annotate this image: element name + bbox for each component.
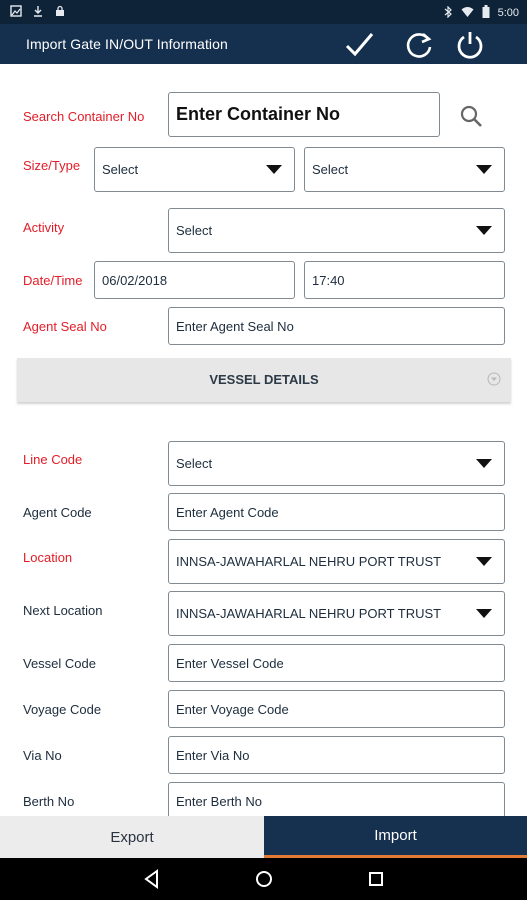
refresh-icon[interactable] (404, 30, 434, 60)
battery-icon (482, 5, 490, 21)
agent-seal-input[interactable]: Enter Agent Seal No (168, 307, 505, 345)
page-title: Import Gate IN/OUT Information (26, 36, 228, 52)
berth-no-input[interactable]: Enter Berth No (168, 782, 505, 820)
location-label: Location (23, 550, 73, 565)
vessel-code-label: Vessel Code (23, 656, 96, 671)
search-container-input[interactable]: Enter Container No (168, 92, 440, 137)
voyage-code-label: Voyage Code (23, 702, 102, 717)
search-icon[interactable] (459, 104, 485, 130)
bluetooth-icon (443, 5, 453, 21)
size-type-label: Size/Type (23, 158, 81, 173)
line-code-select[interactable]: Select (168, 441, 505, 486)
time-field[interactable]: 17:40 (304, 261, 505, 299)
vessel-details-header[interactable]: VESSEL DETAILS (17, 358, 511, 402)
agent-seal-label: Agent Seal No (23, 319, 107, 334)
recent-apps-icon[interactable] (364, 868, 388, 890)
chevron-down-icon (266, 164, 282, 174)
next-location-label: Next Location (23, 603, 103, 618)
vessel-code-input[interactable]: Enter Vessel Code (168, 644, 505, 682)
location-select[interactable]: INNSA-JAWAHARLAL NEHRU PORT TRUST (168, 539, 505, 584)
chevron-down-icon (476, 164, 492, 174)
tab-export[interactable]: Export (0, 816, 264, 858)
system-navigation-bar (0, 858, 527, 900)
chevron-down-icon (476, 608, 492, 618)
agent-code-input[interactable]: Enter Agent Code (168, 493, 505, 531)
clock: 5:00 (497, 7, 519, 19)
date-field[interactable]: 06/02/2018 (94, 261, 295, 299)
app-bar: Import Gate IN/OUT Information (0, 24, 527, 64)
lock-notification-icon (54, 5, 66, 20)
via-no-input[interactable]: Enter Via No (168, 736, 505, 774)
download-notification-icon (32, 5, 44, 20)
type-select[interactable]: Select (304, 147, 505, 192)
activity-label: Activity (23, 220, 65, 235)
activity-select[interactable]: Select (168, 208, 505, 253)
next-location-select[interactable]: INNSA-JAWAHARLAL NEHRU PORT TRUST (168, 591, 505, 636)
power-icon[interactable] (455, 30, 485, 60)
date-time-label: Date/Time (23, 273, 83, 288)
agent-code-label: Agent Code (23, 505, 92, 520)
berth-no-label: Berth No (23, 794, 75, 809)
check-icon[interactable] (344, 30, 374, 60)
via-no-label: Via No (23, 748, 62, 763)
search-container-label: Search Container No (23, 109, 145, 124)
chevron-down-icon (476, 458, 492, 468)
wifi-icon (461, 6, 474, 21)
line-code-label: Line Code (23, 452, 83, 467)
chevron-down-icon (487, 372, 501, 386)
chevron-down-icon (476, 225, 492, 235)
size-select[interactable]: Select (94, 147, 295, 192)
voyage-code-input[interactable]: Enter Voyage Code (168, 690, 505, 728)
status-bar: 5:00 (0, 0, 527, 24)
chevron-down-icon (476, 556, 492, 566)
home-icon[interactable] (252, 868, 276, 890)
tab-import[interactable]: Import (264, 816, 527, 858)
vessel-details-title: VESSEL DETAILS (209, 372, 319, 387)
bottom-tab-bar: Export Import (0, 816, 527, 858)
back-icon[interactable] (140, 868, 164, 890)
image-notification-icon (10, 5, 22, 20)
